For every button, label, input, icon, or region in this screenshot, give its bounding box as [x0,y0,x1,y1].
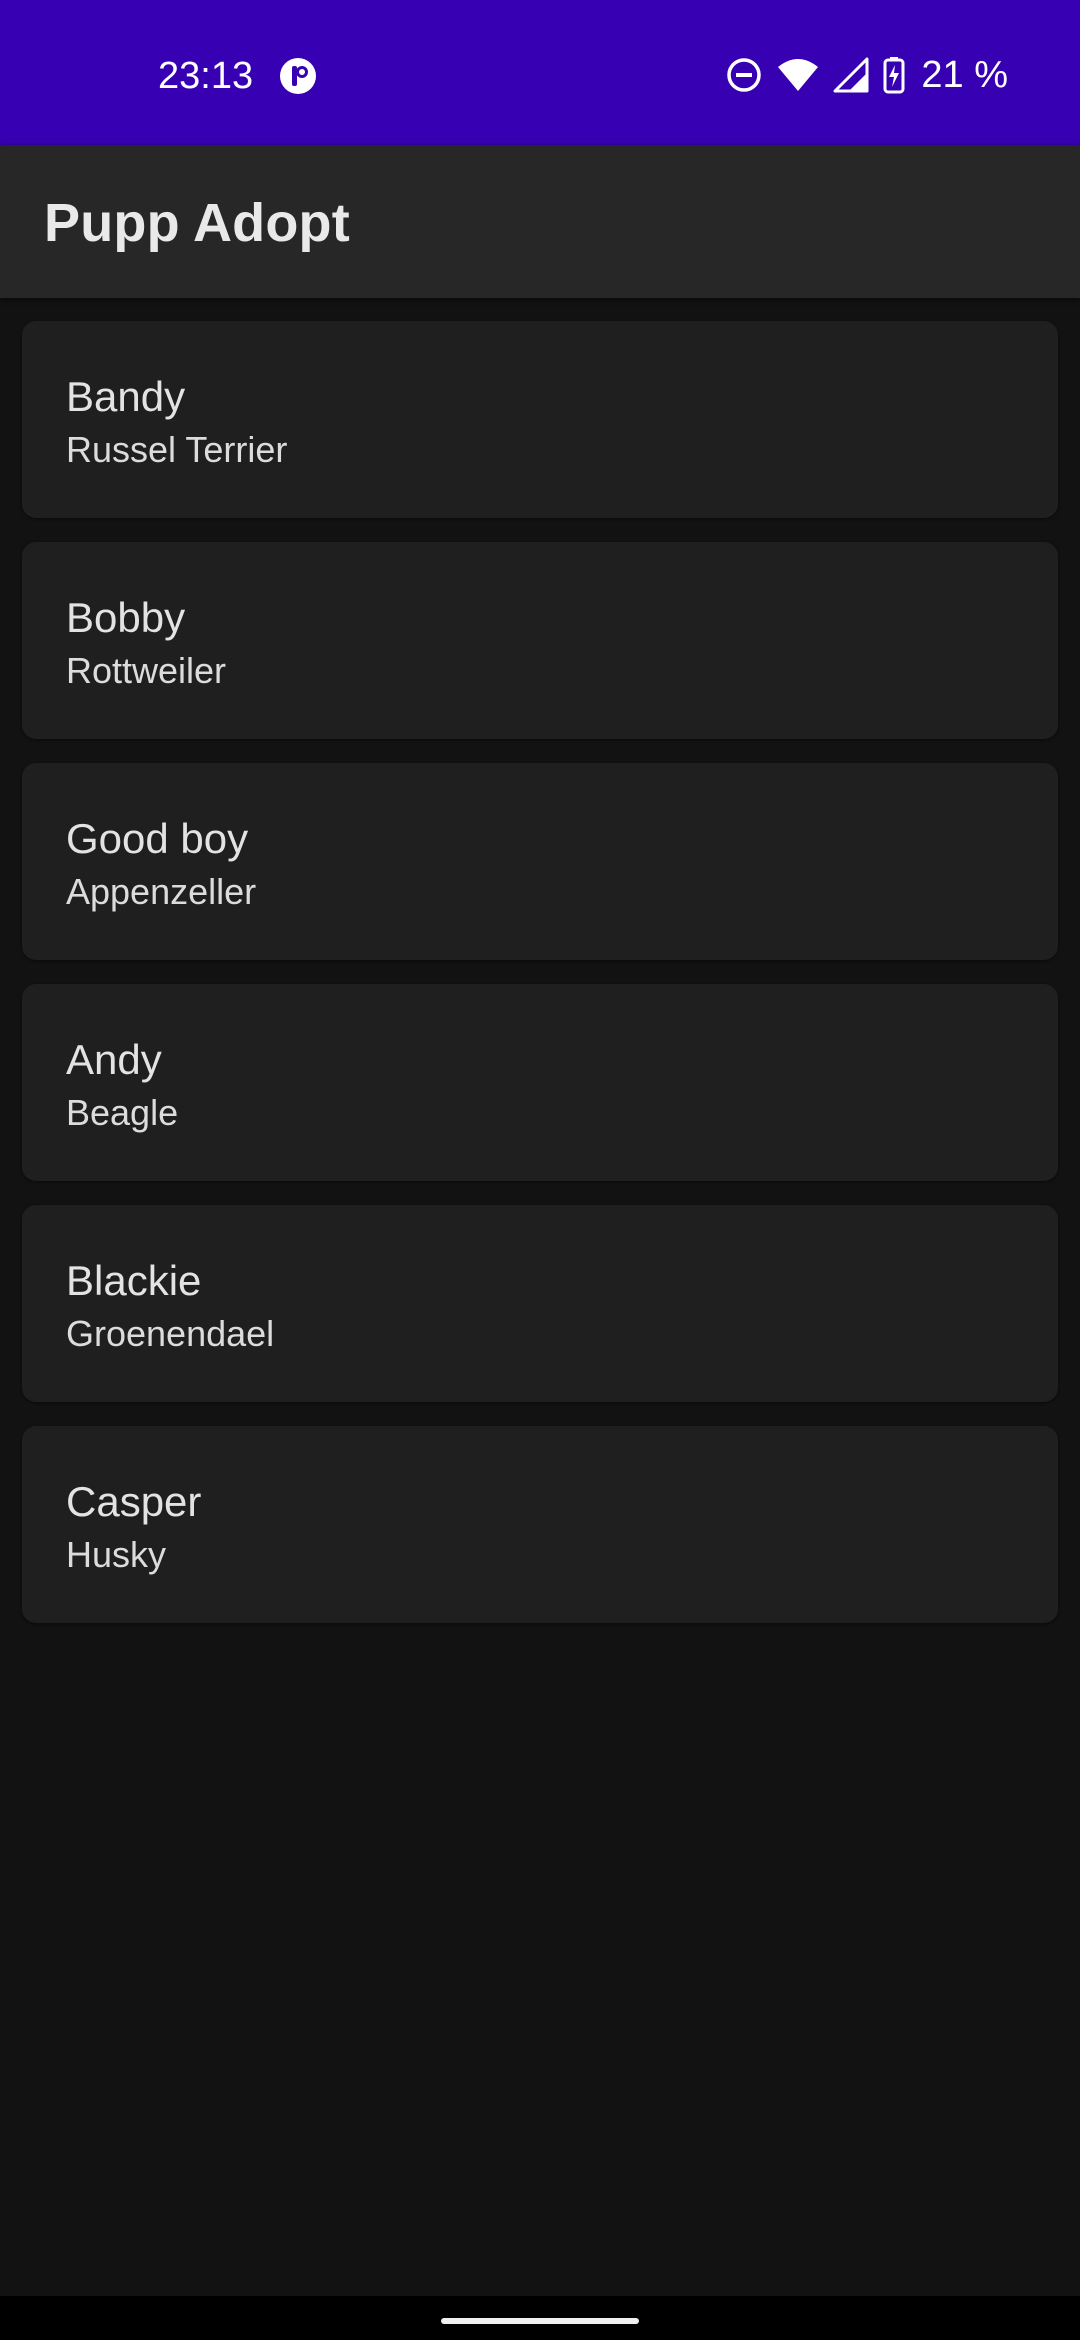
navigation-bar [0,2296,1080,2340]
status-time: 23:13 [158,55,254,97]
dog-breed: Beagle [66,1092,179,1133]
app-notification-icon [280,58,316,94]
status-bar: 23:13 21 % [0,0,1080,145]
gesture-handle[interactable] [441,2318,639,2324]
wifi-icon [778,59,819,91]
dog-name: Bobby [66,594,186,641]
dog-name: Good boy [66,815,249,862]
dog-name: Blackie [66,1257,202,1304]
cell-signal-icon [833,57,869,93]
do-not-disturb-icon [727,58,762,92]
battery-charging-icon [883,57,905,94]
dog-name: Bandy [66,373,186,420]
status-icons: 21 % [725,50,1008,100]
dog-list: Bandy Russel Terrier Bobby Rottweiler Go… [22,321,1058,1647]
dog-breed: Appenzeller [66,871,257,912]
app-bar: Pupp Adopt [0,145,1080,298]
dog-breed: Russel Terrier [66,429,288,470]
dog-card[interactable]: Bandy Russel Terrier [22,321,1058,518]
dog-breed: Groenendael [66,1313,275,1354]
battery-percentage: 21 % [921,54,1008,96]
dog-card[interactable]: Casper Husky [22,1426,1058,1623]
dog-name: Andy [66,1036,162,1083]
dog-breed: Rottweiler [66,650,227,691]
dog-card[interactable]: Good boy Appenzeller [22,763,1058,960]
app-title: Pupp Adopt [44,193,350,253]
dog-card[interactable]: Blackie Groenendael [22,1205,1058,1402]
dog-name: Casper [66,1478,202,1525]
dog-card[interactable]: Andy Beagle [22,984,1058,1181]
dog-card[interactable]: Bobby Rottweiler [22,542,1058,739]
dog-breed: Husky [66,1534,167,1575]
